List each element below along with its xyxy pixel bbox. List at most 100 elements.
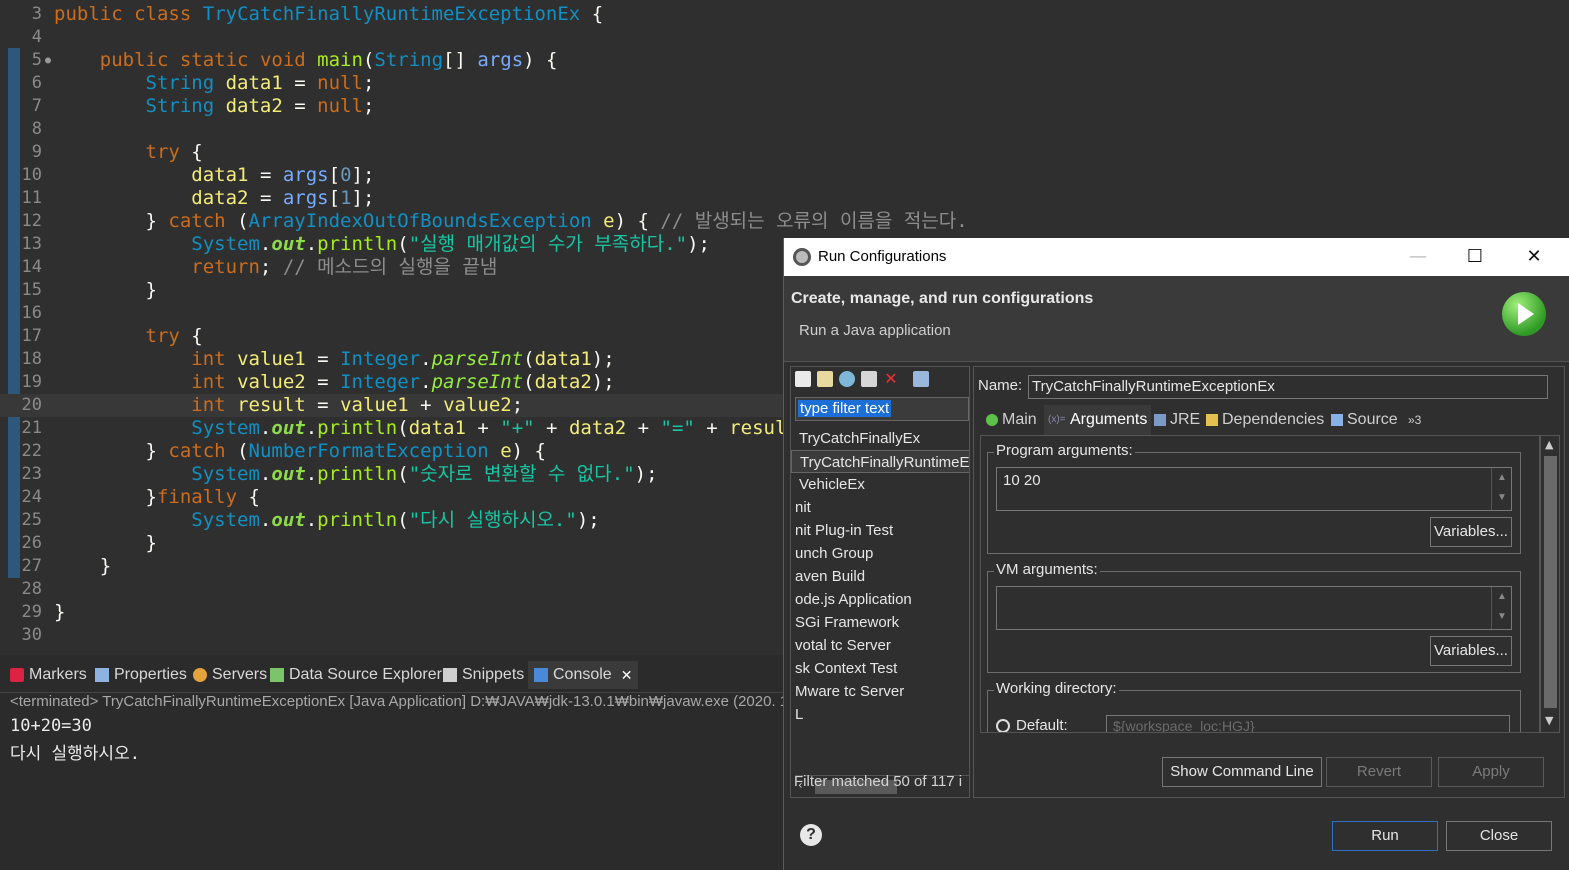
config-list-item[interactable]: L [791, 703, 969, 726]
fold-marker-icon[interactable]: ● [45, 49, 51, 72]
code-line[interactable]: 7 String data2 = null; [0, 95, 1569, 118]
line-number: 11 [21, 188, 42, 208]
help-icon[interactable]: ? [800, 824, 822, 846]
scrollbar-thumb[interactable] [1544, 456, 1557, 708]
code-line[interactable]: 9 try { [0, 141, 1569, 164]
close-console-icon[interactable]: ✕ [621, 667, 633, 684]
default-radio[interactable] [996, 719, 1010, 732]
tab-markers[interactable]: Markers [10, 663, 87, 687]
delete-icon[interactable]: ✕ [883, 371, 899, 387]
code-line[interactable]: 3 public class TryCatchFinallyRuntimeExce… [0, 3, 1569, 26]
line-number: 12 [21, 211, 42, 231]
code-line[interactable]: 11 data2 = args[1]; [0, 187, 1569, 210]
config-list-item[interactable]: ode.js Application [791, 588, 969, 611]
tab-data-source-label: Data Source Explorer [289, 666, 442, 683]
config-list-item[interactable]: TryCatchFinallyEx [791, 427, 969, 450]
textarea-scrollbar[interactable]: ▲ ▼ [1491, 587, 1511, 629]
config-list-item[interactable]: votal tc Server [791, 634, 969, 657]
code-text: int value1 = Integer.parseInt(data1); [191, 348, 615, 370]
tab-overflow[interactable]: »3 [1404, 405, 1425, 435]
new-prototype-icon[interactable] [817, 371, 833, 387]
scroll-up-icon[interactable]: ▲ [1545, 438, 1553, 451]
tab-main[interactable]: Main [982, 405, 1041, 435]
maximize-button[interactable]: ☐ [1453, 244, 1497, 270]
tab-snippets[interactable]: Snippets [443, 663, 524, 687]
program-arguments-field[interactable]: 10 20 ▲ ▼ [996, 467, 1512, 511]
config-list-item[interactable]: TryCatchFinallyRuntimeEx [791, 450, 969, 473]
config-list-item[interactable]: SGi Framework [791, 611, 969, 634]
scroll-down-icon[interactable]: ▼ [1545, 714, 1553, 727]
collapse-all-icon[interactable] [913, 371, 929, 387]
jre-tab-icon [1154, 414, 1166, 426]
config-list-item[interactable]: nit [791, 496, 969, 519]
name-field[interactable]: TryCatchFinallyRuntimeExceptionEx [1028, 375, 1548, 399]
apply-button[interactable]: Apply [1438, 757, 1544, 787]
tab-arguments-label: Arguments [1070, 411, 1148, 428]
code-text: System.out.println("숫자로 변환할 수 없다."); [191, 463, 658, 485]
config-list-item[interactable]: aven Build [791, 565, 969, 588]
chevron-up-icon[interactable]: ▲ [1497, 591, 1507, 602]
code-line[interactable]: 10 data1 = args[0]; [0, 164, 1569, 187]
tab-dependencies[interactable]: Dependencies [1202, 405, 1328, 435]
code-line[interactable]: 6 String data1 = null; [0, 72, 1569, 95]
tab-source[interactable]: Source [1327, 405, 1402, 435]
console-panel: Markers Properties Servers Data Source E… [0, 655, 788, 870]
tab-console-label: Console [553, 666, 612, 683]
tab-arguments[interactable]: (x)= Arguments [1044, 405, 1152, 435]
show-command-line-button[interactable]: Show Command Line [1162, 757, 1322, 787]
tab-console[interactable]: Console ✕ [528, 661, 639, 689]
close-window-button[interactable]: ✕ [1512, 244, 1556, 270]
line-number: 22 [21, 441, 42, 461]
code-line[interactable]: 8 [0, 118, 1569, 141]
header-subtitle: Run a Java application [799, 322, 951, 339]
line-number: 9 [31, 142, 42, 162]
code-text: try { [145, 325, 203, 347]
line-number: 23 [21, 464, 42, 484]
code-text: }finally { [145, 486, 260, 508]
program-variables-button[interactable]: Variables... [1430, 517, 1512, 547]
run-icon [1502, 292, 1546, 336]
vm-variables-button[interactable]: Variables... [1430, 636, 1512, 666]
chevron-down-icon[interactable]: ▼ [1497, 611, 1507, 622]
properties-icon [95, 668, 109, 682]
vm-arguments-field[interactable]: ▲ ▼ [996, 586, 1512, 630]
dialog-title: Run Configurations [818, 248, 947, 265]
line-number: 26 [21, 533, 42, 553]
code-line[interactable]: 12 } catch (ArrayIndexOutOfBoundsExcepti… [0, 210, 1569, 233]
code-line[interactable]: 5 ● public static void main(String[] args… [0, 49, 1569, 72]
code-text: System.out.println("실행 매개값의 수가 부족하다."); [191, 233, 710, 255]
tab-properties[interactable]: Properties [95, 663, 187, 687]
tab-servers[interactable]: Servers [193, 663, 267, 687]
vertical-scrollbar[interactable]: ▲ ▼ [1540, 435, 1560, 733]
textarea-scrollbar[interactable]: ▲ ▼ [1491, 468, 1511, 510]
duplicate-icon[interactable] [861, 371, 877, 387]
chevron-up-icon[interactable]: ▲ [1497, 472, 1507, 483]
line-number: 16 [21, 303, 42, 323]
tab-data-source-explorer[interactable]: Data Source Explorer [270, 663, 442, 687]
line-number: 19 [21, 372, 42, 392]
close-button[interactable]: Close [1446, 821, 1552, 851]
config-list-item[interactable]: VehicleEx [791, 473, 969, 496]
line-number: 18 [21, 349, 42, 369]
revert-button[interactable]: Revert [1326, 757, 1432, 787]
config-list-item[interactable]: sk Context Test [791, 657, 969, 680]
export-icon[interactable] [839, 371, 855, 387]
line-number: 20 [21, 395, 42, 415]
run-button[interactable]: Run [1332, 821, 1438, 851]
console-icon [534, 668, 548, 682]
console-output-line: 다시 실행하시오. [10, 744, 140, 764]
config-list-item[interactable]: nit Plug-in Test [791, 519, 969, 542]
config-list-item[interactable]: unch Group [791, 542, 969, 565]
filter-input[interactable]: type filter text [795, 397, 969, 421]
arguments-tab-icon: (x)= [1048, 414, 1066, 425]
minimize-button[interactable]: — [1396, 244, 1440, 270]
line-number: 3 [31, 4, 42, 24]
new-config-icon[interactable] [795, 371, 811, 387]
config-toolbar: ✕ [791, 367, 969, 393]
config-list-item[interactable]: Mware tc Server [791, 680, 969, 703]
tab-jre[interactable]: JRE [1150, 405, 1204, 435]
program-arguments-value: 10 20 [1003, 472, 1041, 489]
code-line[interactable]: 4 [0, 26, 1569, 49]
chevron-down-icon[interactable]: ▼ [1497, 492, 1507, 503]
servers-icon [193, 668, 207, 682]
